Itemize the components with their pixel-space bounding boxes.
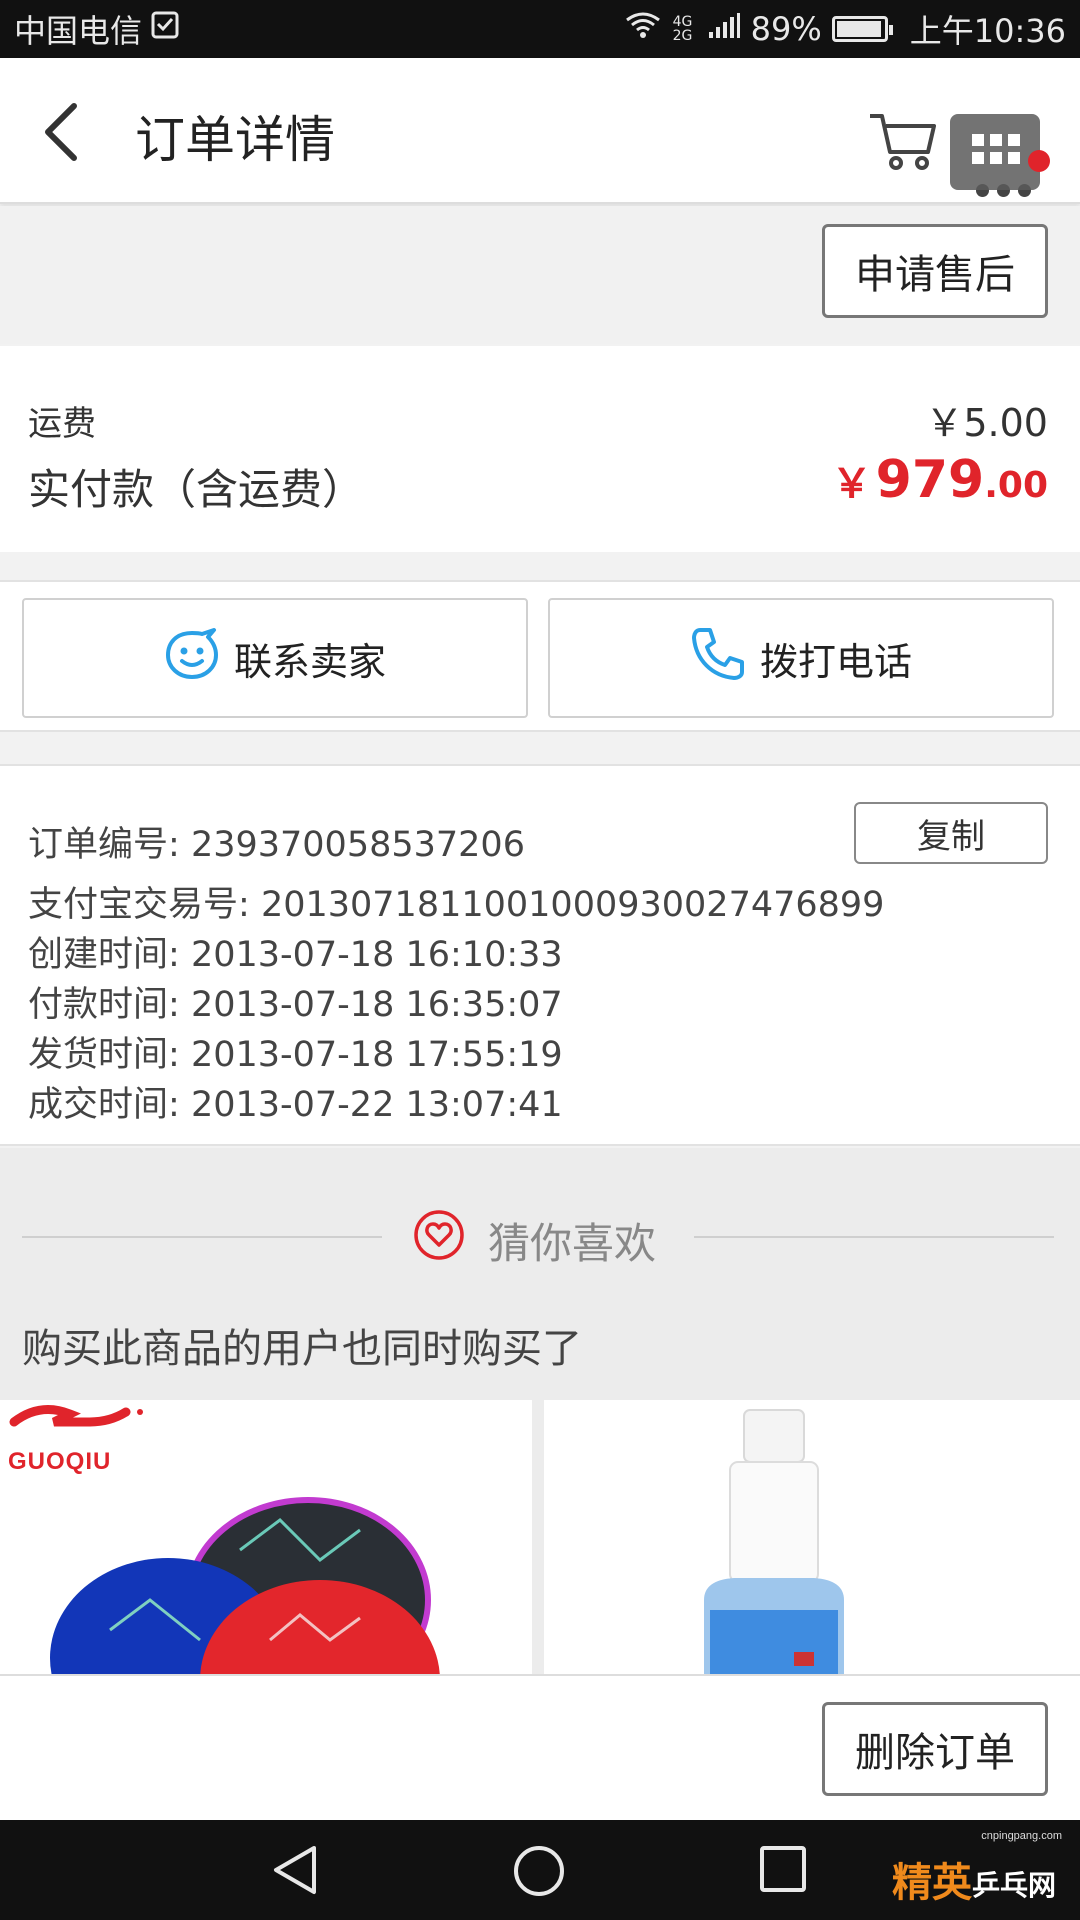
heart-icon [412,1208,466,1272]
phone-icon [690,626,746,691]
notification-dot [1028,150,1050,172]
site-watermark: cnpingpang.com 精英 乒乓网 [892,1830,1072,1914]
call-phone-label: 拨打电话 [759,639,912,684]
contact-seller-label: 联系卖家 [233,639,386,684]
divider-left [22,1236,382,1238]
shipped-time-label: 发货时间: [28,1035,180,1075]
floating-apps-icon[interactable] [950,114,1050,190]
watermark-line1: 精英 [892,1860,972,1906]
product-card-spray-bottle[interactable] [544,1400,1080,1674]
shipped-time-row: 发货时间: 2013-07-18 17:55:19 [28,1026,563,1077]
carrier-name: 中国电信 [14,12,143,50]
payment-summary: 运费 ￥5.00 实付款（含运费） ￥ 979 .00 [0,346,1080,552]
contact-seller-button[interactable]: 联系卖家 [22,598,528,718]
created-time-label: 创建时间: [28,935,180,975]
app-header: 订单详情 [0,58,1080,204]
nav-back-icon[interactable] [270,1844,320,1900]
bottom-action-bar: 删除订单 [0,1674,1080,1820]
created-time-value: 2013-07-18 16:10:33 [190,935,563,975]
brand-logo-text: GUOQIU [8,1448,112,1475]
shipped-time-value: 2013-07-18 17:55:19 [190,1035,563,1075]
watermark-line2: 乒乓网 [972,1869,1057,1902]
recommend-title: 猜你喜欢 [412,1208,656,1272]
network-type: 4G 2G [672,14,693,44]
divider-right [694,1236,1054,1238]
racket-covers-image [0,1400,532,1674]
watermark-url: cnpingpang.com [981,1830,1062,1842]
recommend-subtitle: 购买此商品的用户也同时购买了 [22,1326,582,1372]
after-sale-button[interactable]: 申请售后 [822,224,1048,318]
back-arrow-icon[interactable] [38,100,88,164]
paid-label: 实付款（含运费） [28,465,365,514]
alipay-trade-label: 支付宝交易号: [28,885,250,925]
paid-time-label: 付款时间: [28,985,180,1025]
paid-amount: ￥ 979 .00 [832,450,1048,510]
alipay-trade-row: 支付宝交易号: 2013071811001000930027476899 [28,876,884,927]
signal-icon [707,10,741,48]
recommend-section: 猜你喜欢 购买此商品的用户也同时购买了 [0,1148,1080,1400]
paid-time-value: 2013-07-18 16:35:07 [190,985,563,1025]
shipping-value: ￥5.00 [925,401,1048,445]
nav-recents-icon[interactable] [758,1844,808,1898]
wifi-icon [623,10,663,48]
paid-decimal: .00 [984,465,1048,506]
cart-icon[interactable] [868,108,938,172]
call-phone-button[interactable]: 拨打电话 [548,598,1054,718]
battery-icon [831,16,893,42]
status-bar: 中国电信 4G 2G 89% 上午10:36 [0,0,1080,58]
order-info-section: 订单编号: 239370058537206 复制 支付宝交易号: 2013071… [0,764,1080,1146]
alipay-trade-value: 2013071811001000930027476899 [260,885,885,925]
paid-time-row: 付款时间: 2013-07-18 16:35:07 [28,976,563,1027]
deal-time-row: 成交时间: 2013-07-22 13:07:41 [28,1076,563,1127]
copy-button[interactable]: 复制 [854,802,1048,864]
order-number-value: 239370058537206 [190,825,525,865]
product-grid: GUOQIU [0,1400,1080,1674]
product-card-racket-covers[interactable]: GUOQIU [0,1400,532,1674]
deal-time-label: 成交时间: [28,1085,180,1125]
paid-currency: ￥ [831,461,872,507]
nav-home-icon[interactable] [512,1844,566,1902]
chat-bubble-icon [164,627,220,690]
recommend-title-text: 猜你喜欢 [488,1218,657,1268]
delete-order-button[interactable]: 删除订单 [822,1702,1048,1796]
spray-bottle-image [544,1400,1080,1674]
paid-integer: 979 [875,450,985,510]
battery-percent: 89% [750,10,822,48]
deal-time-value: 2013-07-22 13:07:41 [190,1085,563,1125]
order-number-row: 订单编号: 239370058537206 [28,816,525,867]
clock: 上午10:36 [909,12,1066,50]
created-time-row: 创建时间: 2013-07-18 16:10:33 [28,926,563,977]
after-sale-section: 申请售后 [0,206,1080,344]
contact-section: 联系卖家 拨打电话 [0,580,1080,732]
status-right: 4G 2G 89% 上午10:36 [623,6,1066,52]
carrier-group: 中国电信 [14,6,180,52]
shipping-label: 运费 [28,404,96,444]
order-number-label: 订单编号: [28,825,180,865]
page-title: 订单详情 [135,111,335,169]
notification-icon [150,10,180,48]
